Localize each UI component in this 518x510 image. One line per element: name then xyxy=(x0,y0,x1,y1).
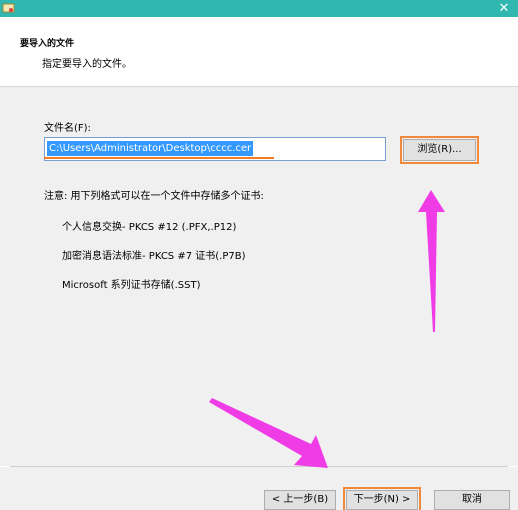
format-item: 个人信息交换- PKCS #12 (.PFX,.P12) xyxy=(62,222,237,233)
wizard-header: 要导入的文件 指定要导入的文件。 xyxy=(0,17,518,86)
filename-value: C:\Users\Administrator\Desktop\cccc.cer xyxy=(47,141,254,156)
back-button[interactable]: < 上一步(B) xyxy=(264,490,336,510)
browse-button[interactable]: 浏览(R)... xyxy=(400,136,479,164)
page-subtitle: 指定要导入的文件。 xyxy=(42,59,132,70)
certificate-icon xyxy=(2,3,15,13)
page-title: 要导入的文件 xyxy=(20,39,75,49)
close-button[interactable]: ✕ xyxy=(494,1,514,16)
close-icon: ✕ xyxy=(498,1,510,16)
annotation-underline xyxy=(44,157,274,159)
format-item: Microsoft 系列证书存储(.SST) xyxy=(62,280,201,291)
cancel-button[interactable]: 取消 xyxy=(434,490,510,510)
title-bar: ✕ xyxy=(0,0,518,17)
notes-intro: 注意: 用下列格式可以在一个文件中存储多个证书: xyxy=(44,191,264,202)
format-item: 加密消息语法标准- PKCS #7 证书(.P7B) xyxy=(62,251,246,262)
next-button[interactable]: 下一步(N) > xyxy=(343,487,421,510)
filename-label: 文件名(F): xyxy=(44,123,91,134)
